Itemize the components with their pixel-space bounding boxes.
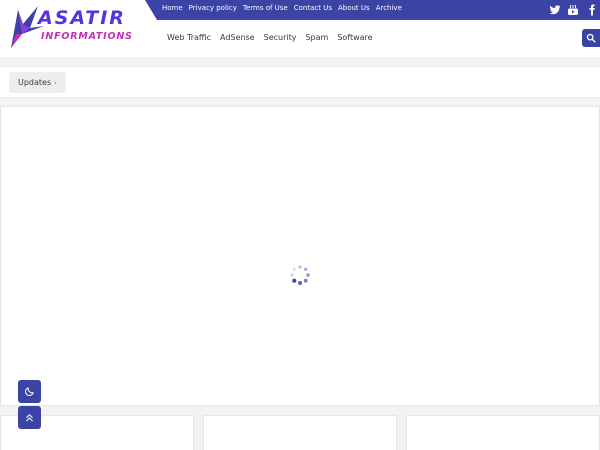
top-link-privacy-policy[interactable]: Privacy policy (189, 4, 237, 13)
nav-item-spam[interactable]: Spam (305, 32, 328, 43)
double-chevron-up-icon (26, 414, 33, 422)
top-link-archive[interactable]: Archive (376, 4, 402, 13)
post-card[interactable] (406, 415, 600, 450)
main-nav: Web Traffic AdSense Security Spam Softwa… (167, 32, 382, 43)
logo-text-primary: ASATIR (38, 7, 126, 29)
scroll-to-top-button[interactable] (18, 406, 41, 429)
nav-item-security[interactable]: Security (264, 32, 297, 43)
search-button[interactable] (582, 29, 600, 47)
top-link-contact-us[interactable]: Contact Us (294, 4, 332, 13)
main-content-area (0, 106, 600, 406)
loading-spinner-icon (290, 265, 310, 285)
search-icon (586, 33, 596, 43)
nav-item-web-traffic[interactable]: Web Traffic (167, 32, 211, 43)
breadcrumb-separator: › (54, 78, 57, 87)
twitter-icon[interactable] (549, 4, 561, 16)
youtube-icon[interactable] (567, 4, 579, 16)
top-link-home[interactable]: Home (162, 4, 183, 13)
logo-text-secondary: INFORMATIONS (41, 31, 133, 42)
top-link-about-us[interactable]: About Us (338, 4, 370, 13)
breadcrumb-label: Updates (18, 78, 52, 87)
post-card[interactable] (203, 415, 397, 450)
breadcrumb: Updates › (0, 66, 600, 98)
top-links: Home Privacy policy Terms of Use Contact… (162, 4, 408, 13)
nav-item-software[interactable]: Software (337, 32, 372, 43)
nav-item-adsense[interactable]: AdSense (220, 32, 255, 43)
site-header: ASATIR INFORMATIONS Home Privacy policy … (0, 0, 600, 57)
breadcrumb-item-updates[interactable]: Updates › (9, 72, 66, 93)
top-link-terms-of-use[interactable]: Terms of Use (243, 4, 288, 13)
moon-icon (25, 387, 34, 396)
facebook-icon[interactable] (586, 4, 598, 16)
dark-mode-toggle[interactable] (18, 380, 41, 403)
site-logo[interactable]: ASATIR INFORMATIONS (8, 4, 148, 50)
